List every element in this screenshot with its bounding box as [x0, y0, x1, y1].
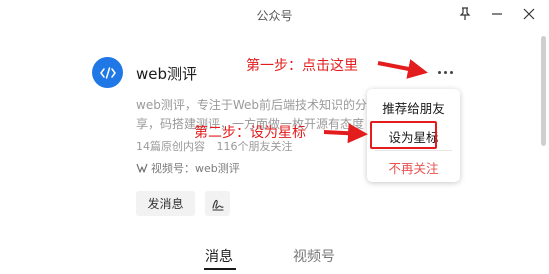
- arrow-step1: [377, 59, 428, 79]
- annotation-arrows: [323, 59, 428, 144]
- arrow-step2: [323, 123, 368, 144]
